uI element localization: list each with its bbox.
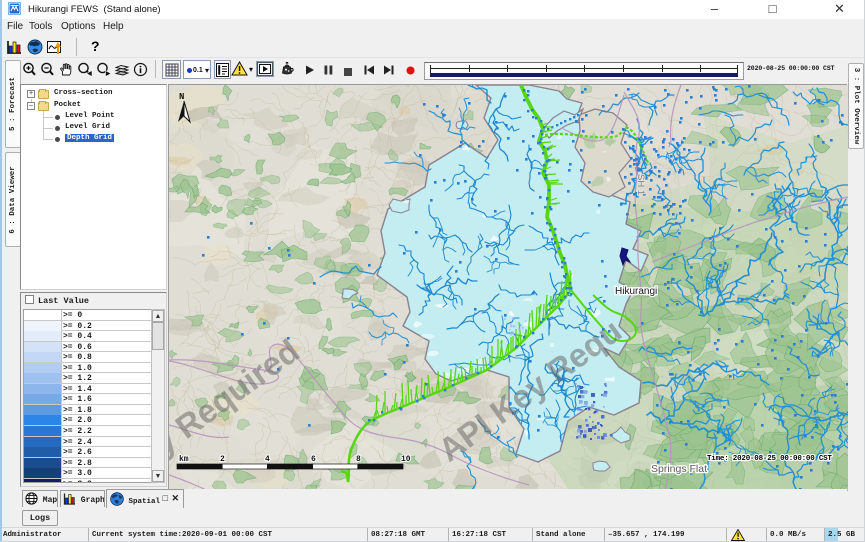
svg-text:N: N bbox=[179, 92, 184, 102]
svg-text:6: 6 bbox=[311, 455, 316, 464]
svg-text:2: 2 bbox=[220, 455, 225, 464]
svg-text:Hikurangi: Hikurangi bbox=[615, 286, 657, 297]
svg-text:SH 1: SH 1 bbox=[635, 174, 646, 195]
svg-text:Springs Flat: Springs Flat bbox=[651, 463, 707, 475]
svg-text:Time: 2020-08-25 00:00:00 CST: Time: 2020-08-25 00:00:00 CST bbox=[707, 455, 832, 463]
svg-text:8: 8 bbox=[356, 455, 361, 464]
svg-text:10: 10 bbox=[401, 455, 411, 464]
svg-text:km: km bbox=[179, 455, 189, 464]
svg-text:4: 4 bbox=[265, 455, 270, 464]
